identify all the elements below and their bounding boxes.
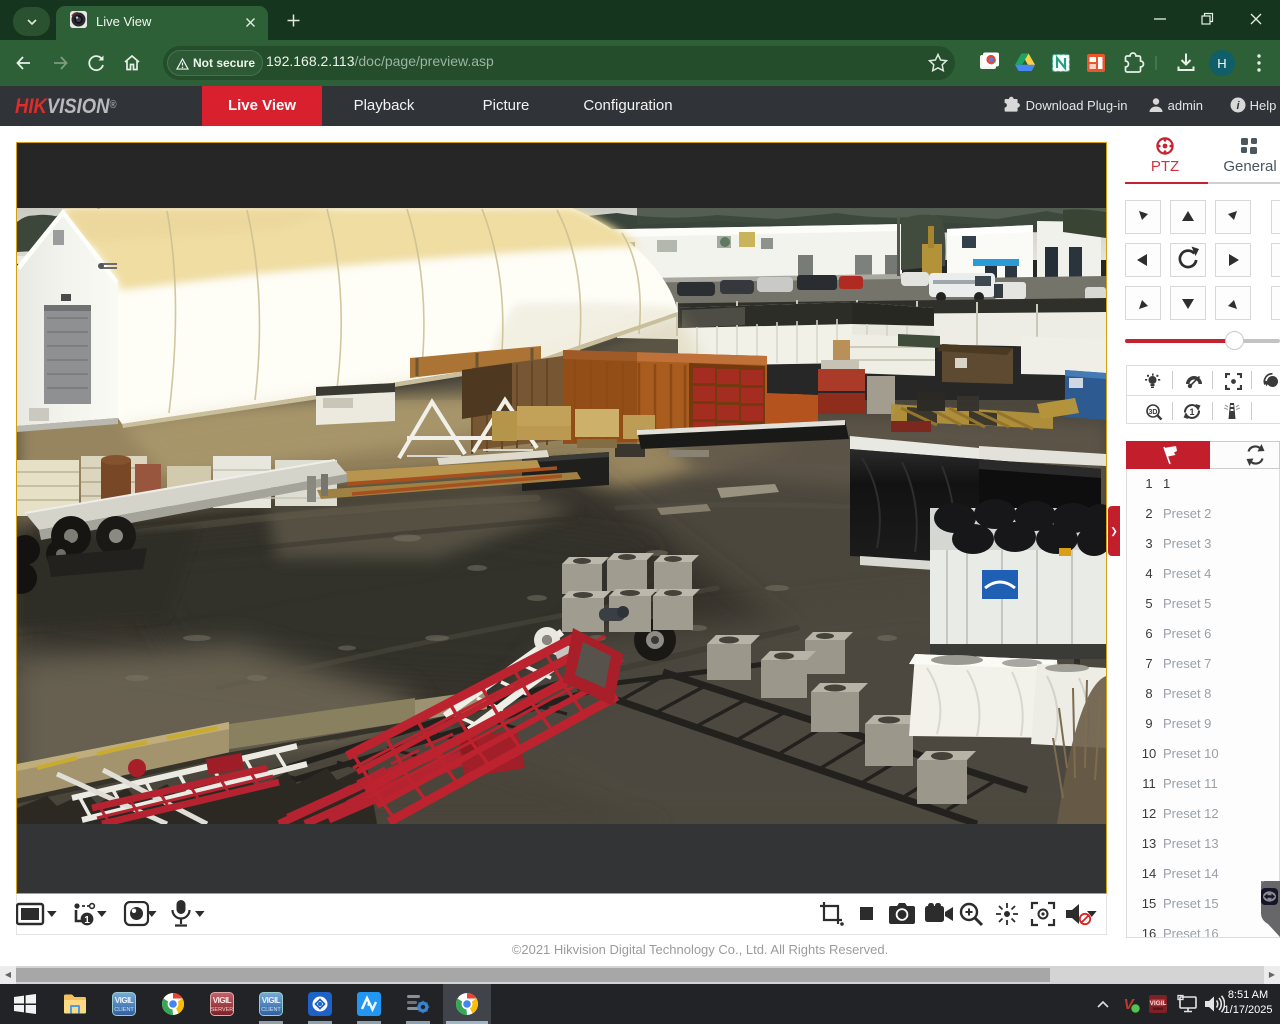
svg-text:SERVER: SERVER: [211, 1007, 234, 1013]
svg-text:VIGIL: VIGIL: [1150, 1000, 1167, 1007]
svg-text:VIGIL: VIGIL: [262, 996, 281, 1005]
svg-text:CLIENT: CLIENT: [261, 1007, 281, 1013]
svg-text:3D: 3D: [1149, 409, 1158, 416]
svg-text:CLIENT: CLIENT: [114, 1007, 134, 1013]
svg-text:1: 1: [84, 915, 90, 926]
svg-text:H: H: [1217, 56, 1226, 71]
svg-text:1: 1: [1189, 407, 1194, 417]
svg-text:VIGIL: VIGIL: [213, 996, 232, 1005]
svg-text:VIGIL: VIGIL: [115, 996, 134, 1005]
